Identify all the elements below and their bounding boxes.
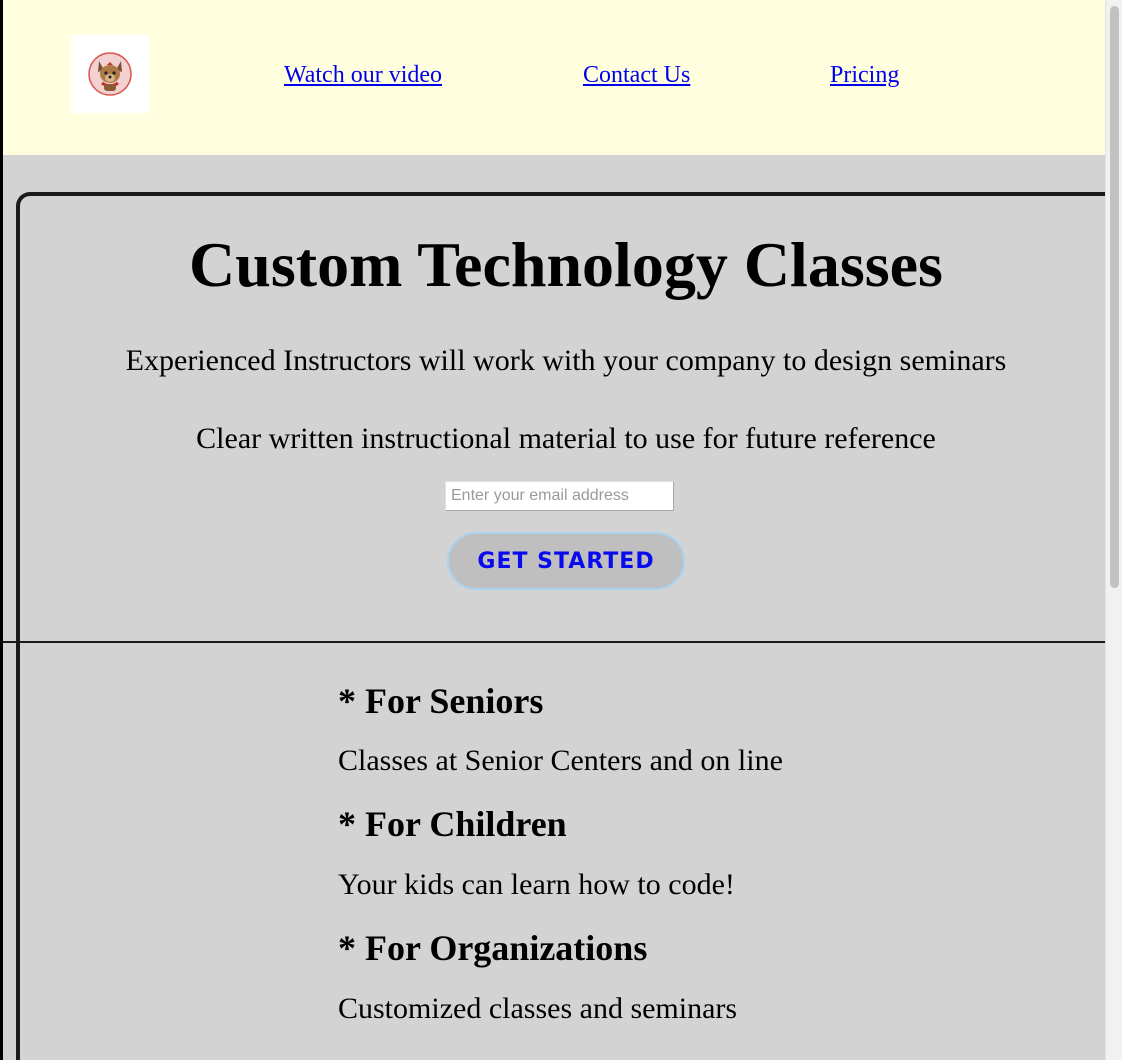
page-title: Custom Technology Classes: [189, 229, 943, 300]
hero-tagline-instructors: Experienced Instructors will work with y…: [125, 344, 1007, 377]
dog-logo-icon[interactable]: [71, 35, 149, 113]
feature-text-seniors: Classes at Senior Centers and on line: [338, 744, 783, 777]
nav-pricing-link[interactable]: Pricing: [830, 62, 899, 89]
get-started-button[interactable]: GET STARTED: [447, 532, 685, 590]
feature-text-organizations: Customized classes and seminars: [338, 992, 738, 1025]
site-header: Watch our video Contact Us Pricing: [3, 0, 1105, 155]
nav-contact-link[interactable]: Contact Us: [583, 62, 690, 89]
email-field[interactable]: [445, 481, 674, 511]
page-left-edge: [0, 0, 3, 1060]
feature-text-children: Your kids can learn how to code!: [338, 868, 735, 901]
feature-heading-children: * For Children: [338, 804, 567, 844]
section-divider: [3, 641, 1105, 643]
feature-heading-seniors: * For Seniors: [338, 681, 544, 721]
vertical-scrollbar[interactable]: [1105, 0, 1122, 1060]
feature-heading-organizations: * For Organizations: [338, 928, 648, 968]
hero-tagline-material: Clear written instructional material to …: [196, 422, 936, 455]
nav-watch-video-link[interactable]: Watch our video: [284, 62, 442, 89]
scrollbar-thumb[interactable]: [1110, 6, 1119, 588]
